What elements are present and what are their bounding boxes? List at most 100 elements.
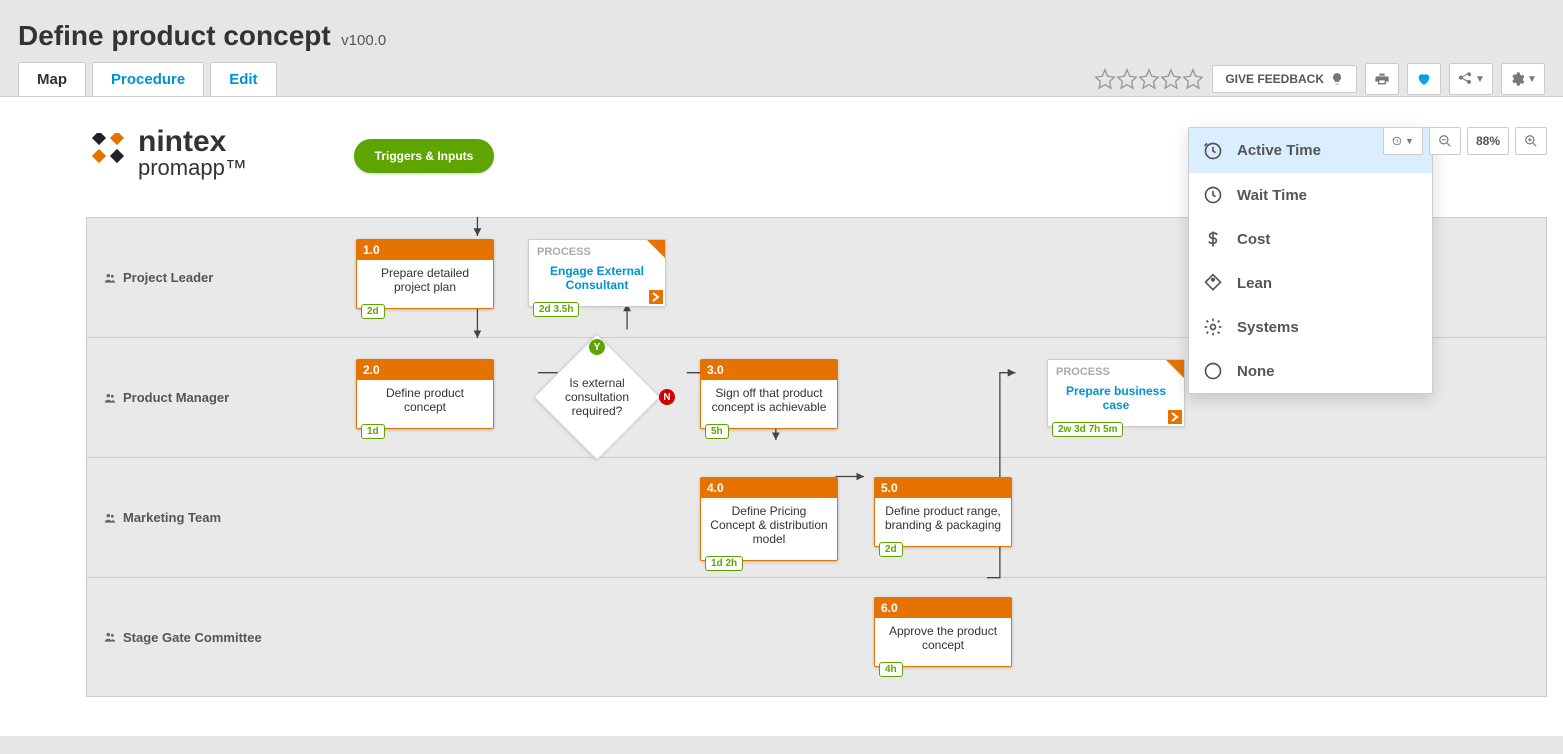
tag-icon — [1203, 273, 1223, 293]
settings-button[interactable]: ▼ — [1501, 63, 1545, 95]
logo-line1: nintex — [138, 127, 247, 157]
time-mode-dropdown: Active Time ✓ Wait Time Cost Lean System… — [1188, 127, 1433, 394]
logo-mark-icon — [88, 133, 128, 173]
step-duration: 1d — [361, 424, 385, 439]
heart-icon — [1416, 71, 1432, 87]
time-mode-button[interactable]: ▼ — [1383, 127, 1423, 155]
lane-label: Product Manager — [87, 390, 229, 405]
clock-icon — [1203, 185, 1223, 205]
give-feedback-label: GIVE FEEDBACK — [1225, 72, 1324, 86]
star-icon[interactable] — [1182, 68, 1204, 90]
step-title: Sign off that product concept is achieva… — [701, 380, 837, 428]
decision-yes: Y — [589, 339, 605, 355]
arrow-right-icon — [1170, 412, 1180, 422]
trigger-node[interactable]: Triggers & Inputs — [354, 139, 494, 173]
star-icon[interactable] — [1094, 68, 1116, 90]
open-process-icon[interactable] — [1168, 410, 1182, 424]
tab-edit[interactable]: Edit — [210, 62, 276, 96]
star-icon[interactable] — [1138, 68, 1160, 90]
step-number: 3.0 — [701, 360, 837, 380]
give-feedback-button[interactable]: GIVE FEEDBACK — [1212, 65, 1357, 93]
step-number: 6.0 — [875, 598, 1011, 618]
chevron-down-icon: ▼ — [1475, 74, 1485, 85]
favorite-button[interactable] — [1407, 63, 1441, 95]
zoom-in-icon — [1524, 134, 1538, 148]
step-5-0[interactable]: 5.0 Define product range, branding & pac… — [874, 477, 1012, 547]
dd-lean[interactable]: Lean — [1189, 261, 1432, 305]
star-icon[interactable] — [1116, 68, 1138, 90]
gear-icon — [1203, 317, 1223, 337]
chevron-down-icon: ▼ — [1527, 74, 1537, 85]
dd-wait-time[interactable]: Wait Time — [1189, 173, 1432, 217]
step-1-0[interactable]: 1.0 Prepare detailed project plan 2d — [356, 239, 494, 309]
logo: nintex promapp™ — [88, 127, 247, 179]
tabs: Map Procedure Edit — [18, 62, 277, 96]
step-duration: 1d 2h — [705, 556, 743, 571]
users-icon — [103, 511, 117, 525]
tab-bar: Map Procedure Edit GIVE FEEDBACK ▼ ▼ — [0, 62, 1563, 96]
users-icon — [103, 271, 117, 285]
trigger-label: Triggers & Inputs — [375, 149, 474, 163]
dd-none[interactable]: None — [1189, 349, 1432, 393]
star-icon[interactable] — [1160, 68, 1182, 90]
share-button[interactable]: ▼ — [1449, 63, 1493, 95]
page-version: v100.0 — [341, 32, 386, 49]
decision-node[interactable]: Is external consultation required? Y N — [527, 347, 667, 447]
zoom-out-icon — [1438, 134, 1452, 148]
page-title: Define product concept — [18, 20, 331, 51]
linked-process-prepare-business-case[interactable]: PROCESS Prepare business case 2w 3d 7h 5… — [1047, 359, 1185, 427]
tab-procedure[interactable]: Procedure — [92, 62, 204, 96]
toolbar-right: GIVE FEEDBACK ▼ ▼ — [1094, 63, 1545, 95]
print-button[interactable] — [1365, 63, 1399, 95]
lane-label: Marketing Team — [87, 510, 221, 525]
dd-systems[interactable]: Systems — [1189, 305, 1432, 349]
dd-label: Wait Time — [1237, 187, 1418, 204]
step-number: 5.0 — [875, 478, 1011, 498]
lane-text: Project Leader — [123, 270, 213, 285]
process-duration: 2w 3d 7h 5m — [1052, 422, 1123, 437]
step-title: Approve the product concept — [875, 618, 1011, 666]
step-number: 4.0 — [701, 478, 837, 498]
step-title: Define Pricing Concept & distribution mo… — [701, 498, 837, 560]
lane-text: Marketing Team — [123, 510, 221, 525]
step-duration: 4h — [879, 662, 903, 677]
lane-text: Product Manager — [123, 390, 229, 405]
process-title: Engage External Consultant — [529, 258, 665, 306]
open-process-icon[interactable] — [649, 290, 663, 304]
tab-map[interactable]: Map — [18, 62, 86, 96]
step-4-0[interactable]: 4.0 Define Pricing Concept & distributio… — [700, 477, 838, 561]
step-title: Define product concept — [357, 380, 493, 428]
clock-arrow-icon — [1203, 141, 1223, 161]
step-6-0[interactable]: 6.0 Approve the product concept 4h — [874, 597, 1012, 667]
lane-stage-gate-committee: Stage Gate Committee — [86, 577, 1547, 697]
page-header: Define product concept v100.0 — [0, 0, 1563, 62]
decision-text: Is external consultation required? — [527, 376, 667, 418]
step-duration: 5h — [705, 424, 729, 439]
star-rating[interactable] — [1094, 68, 1204, 90]
gear-icon — [1509, 71, 1525, 87]
dd-label: Systems — [1237, 319, 1418, 336]
process-duration: 2d 3.5h — [533, 302, 579, 317]
dd-label: Lean — [1237, 275, 1418, 292]
circle-icon — [1203, 361, 1223, 381]
step-title: Define product range, branding & packagi… — [875, 498, 1011, 546]
users-icon — [103, 630, 117, 644]
canvas-area: ▼ 88% Active Time ✓ Wait Time Cost Lean — [0, 96, 1563, 736]
share-icon — [1457, 71, 1473, 87]
zoom-in-button[interactable] — [1515, 127, 1547, 155]
step-3-0[interactable]: 3.0 Sign off that product concept is ach… — [700, 359, 838, 429]
logo-text: nintex promapp™ — [138, 127, 247, 179]
users-icon — [103, 391, 117, 405]
dd-cost[interactable]: Cost — [1189, 217, 1432, 261]
lane-text: Stage Gate Committee — [123, 630, 262, 645]
dd-label: None — [1237, 363, 1418, 380]
logo-line2: promapp™ — [138, 157, 247, 179]
zoom-value[interactable]: 88% — [1467, 127, 1509, 155]
process-title: Prepare business case — [1048, 378, 1184, 426]
zoom-out-button[interactable] — [1429, 127, 1461, 155]
linked-process-engage-external[interactable]: PROCESS Engage External Consultant 2d 3.… — [528, 239, 666, 307]
step-2-0[interactable]: 2.0 Define product concept 1d — [356, 359, 494, 429]
step-duration: 2d — [361, 304, 385, 319]
step-duration: 2d — [879, 542, 903, 557]
step-number: 2.0 — [357, 360, 493, 380]
